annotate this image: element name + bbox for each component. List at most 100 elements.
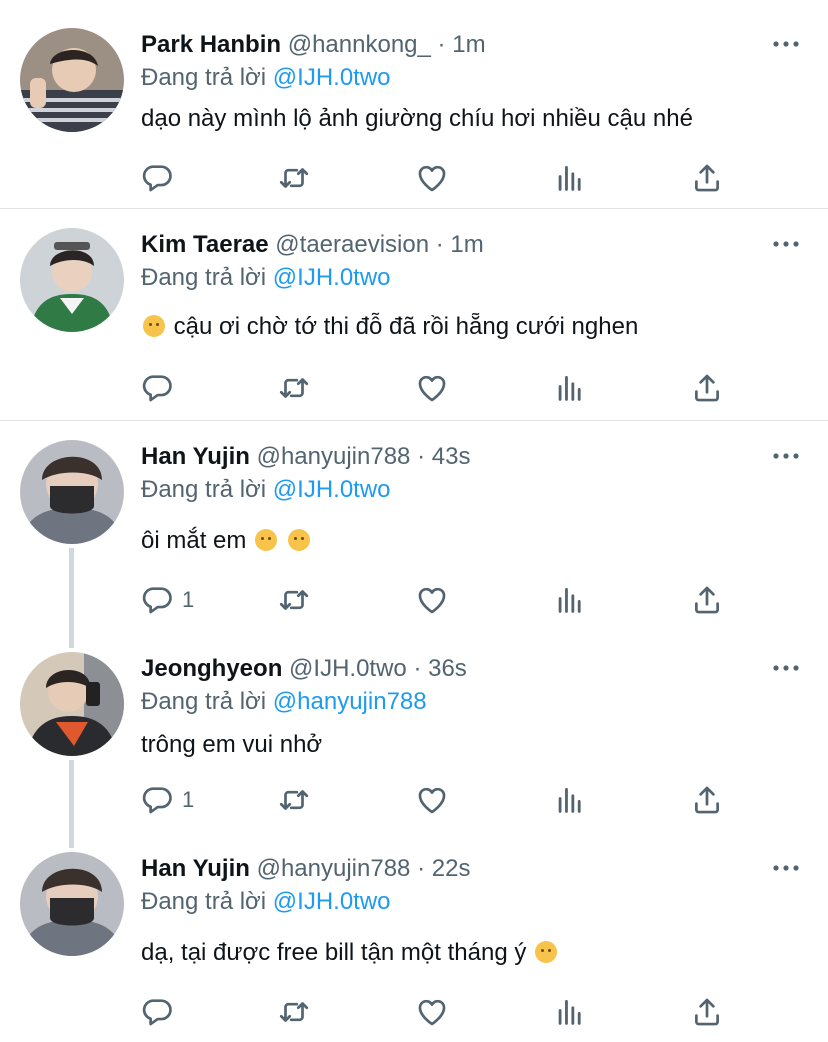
like-button[interactable] <box>415 780 449 820</box>
user-handle[interactable]: @IJH.0two <box>289 655 407 682</box>
reply-mention-link[interactable]: @IJH.0two <box>273 64 391 91</box>
reply-context: Đang trả lời @hanyujin788 <box>141 685 427 719</box>
views-button[interactable] <box>553 158 587 198</box>
retweet-button[interactable] <box>277 992 311 1032</box>
tweet-text-content: cậu ơi chờ tớ thi đỗ đã rồi hẵng cưới ng… <box>173 313 639 340</box>
avatar[interactable] <box>20 228 124 332</box>
reply-prefix: Đang trả lời <box>141 64 267 91</box>
reply-count: 1 <box>182 587 195 612</box>
reply-prefix: Đang trả lời <box>141 688 267 715</box>
retweet-button[interactable] <box>277 580 311 620</box>
separator-dot: · <box>437 31 446 58</box>
reply-mention-link[interactable]: @IJH.0two <box>273 476 391 503</box>
reply-button[interactable] <box>140 992 182 1032</box>
tweet[interactable]: Jeonghyeon @IJH.0two · 36s Đang trả lời … <box>0 652 828 836</box>
like-button[interactable] <box>415 992 449 1032</box>
avatar[interactable] <box>20 652 124 756</box>
tweet-header: Jeonghyeon @IJH.0two · 36s <box>141 652 467 686</box>
like-button[interactable] <box>415 158 449 198</box>
retweet-button[interactable] <box>277 780 311 820</box>
more-icon[interactable] <box>772 36 800 52</box>
timestamp[interactable]: 1m <box>450 231 483 258</box>
separator-dot: · <box>417 443 426 470</box>
reply-context: Đang trả lời @IJH.0two <box>141 473 391 507</box>
reply-button[interactable]: 1 <box>140 580 194 620</box>
share-button[interactable] <box>690 158 724 198</box>
reply-button[interactable]: 1 <box>140 780 194 820</box>
reply-button[interactable] <box>140 158 182 198</box>
timestamp[interactable]: 43s <box>432 443 471 470</box>
like-button[interactable] <box>415 580 449 620</box>
reply-mention-link[interactable]: @IJH.0two <box>273 264 391 291</box>
tweet[interactable]: Park Hanbin @hannkong_ · 1m Đang trả lời… <box>0 28 828 204</box>
reply-context: Đang trả lời @IJH.0two <box>141 61 391 95</box>
avatar[interactable] <box>20 852 124 956</box>
reply-icon <box>140 783 174 817</box>
display-name[interactable]: Han Yujin <box>141 443 250 470</box>
reply-button[interactable] <box>140 368 182 408</box>
timestamp[interactable]: 22s <box>432 855 471 882</box>
display-name[interactable]: Han Yujin <box>141 855 250 882</box>
share-icon <box>690 783 724 817</box>
reply-prefix: Đang trả lời <box>141 476 267 503</box>
share-button[interactable] <box>690 992 724 1032</box>
tweet-header: Han Yujin @hanyujin788 · 43s <box>141 440 470 474</box>
reply-mention-link[interactable]: @IJH.0two <box>273 888 391 915</box>
tweet[interactable]: Han Yujin @hanyujin788 · 43s Đang trả lờ… <box>0 440 828 624</box>
like-icon <box>415 583 449 617</box>
share-button[interactable] <box>690 780 724 820</box>
tweet-header: Kim Taerae @taeraevision · 1m <box>141 228 484 262</box>
views-button[interactable] <box>553 368 587 408</box>
like-button[interactable] <box>415 368 449 408</box>
display-name[interactable]: Park Hanbin <box>141 31 281 58</box>
share-button[interactable] <box>690 580 724 620</box>
like-icon <box>415 371 449 405</box>
action-bar <box>0 368 828 408</box>
avatar[interactable] <box>20 440 124 544</box>
user-handle[interactable]: @hanyujin788 <box>257 443 411 470</box>
reply-count: 1 <box>182 787 195 812</box>
action-bar <box>0 158 828 198</box>
share-icon <box>690 371 724 405</box>
separator-dot: · <box>435 231 444 258</box>
retweet-icon <box>277 583 311 617</box>
timestamp[interactable]: 1m <box>452 31 485 58</box>
tweet-header: Han Yujin @hanyujin788 · 22s <box>141 852 470 886</box>
more-icon[interactable] <box>772 860 800 876</box>
more-icon[interactable] <box>772 236 800 252</box>
views-button[interactable] <box>553 780 587 820</box>
views-icon <box>553 783 587 817</box>
tweet-text-content: dạ, tại được free bill tận một tháng ý <box>141 939 527 966</box>
like-icon <box>415 161 449 195</box>
separator-dot: · <box>417 855 426 882</box>
retweet-button[interactable] <box>277 158 311 198</box>
avatar[interactable] <box>20 28 124 132</box>
retweet-icon <box>277 783 311 817</box>
tweet-text: cậu ơi chờ tớ thi đỗ đã rồi hẵng cưới ng… <box>141 310 638 344</box>
display-name[interactable]: Kim Taerae <box>141 231 269 258</box>
more-icon[interactable] <box>772 448 800 464</box>
pleading-face-emoji <box>143 315 165 337</box>
timestamp[interactable]: 36s <box>428 655 467 682</box>
tweet-text-content: ôi mắt em <box>141 527 247 554</box>
display-name[interactable]: Jeonghyeon <box>141 655 282 682</box>
tweet-text-content: trông em vui nhở <box>141 731 323 758</box>
user-handle[interactable]: @hanyujin788 <box>257 855 411 882</box>
retweet-button[interactable] <box>277 368 311 408</box>
more-icon[interactable] <box>772 660 800 676</box>
views-button[interactable] <box>553 992 587 1032</box>
retweet-icon <box>277 371 311 405</box>
user-handle[interactable]: @taeraevision <box>275 231 429 258</box>
user-handle[interactable]: @hannkong_ <box>288 31 431 58</box>
reply-prefix: Đang trả lời <box>141 264 267 291</box>
reply-mention-link[interactable]: @hanyujin788 <box>273 688 427 715</box>
divider <box>0 420 828 421</box>
retweet-icon <box>277 995 311 1029</box>
retweet-icon <box>277 161 311 195</box>
tweet[interactable]: Han Yujin @hanyujin788 · 22s Đang trả lờ… <box>0 852 828 1032</box>
reply-icon <box>140 583 174 617</box>
views-button[interactable] <box>553 580 587 620</box>
share-button[interactable] <box>690 368 724 408</box>
tweet[interactable]: Kim Taerae @taeraevision · 1m Đang trả l… <box>0 228 828 416</box>
like-icon <box>415 783 449 817</box>
